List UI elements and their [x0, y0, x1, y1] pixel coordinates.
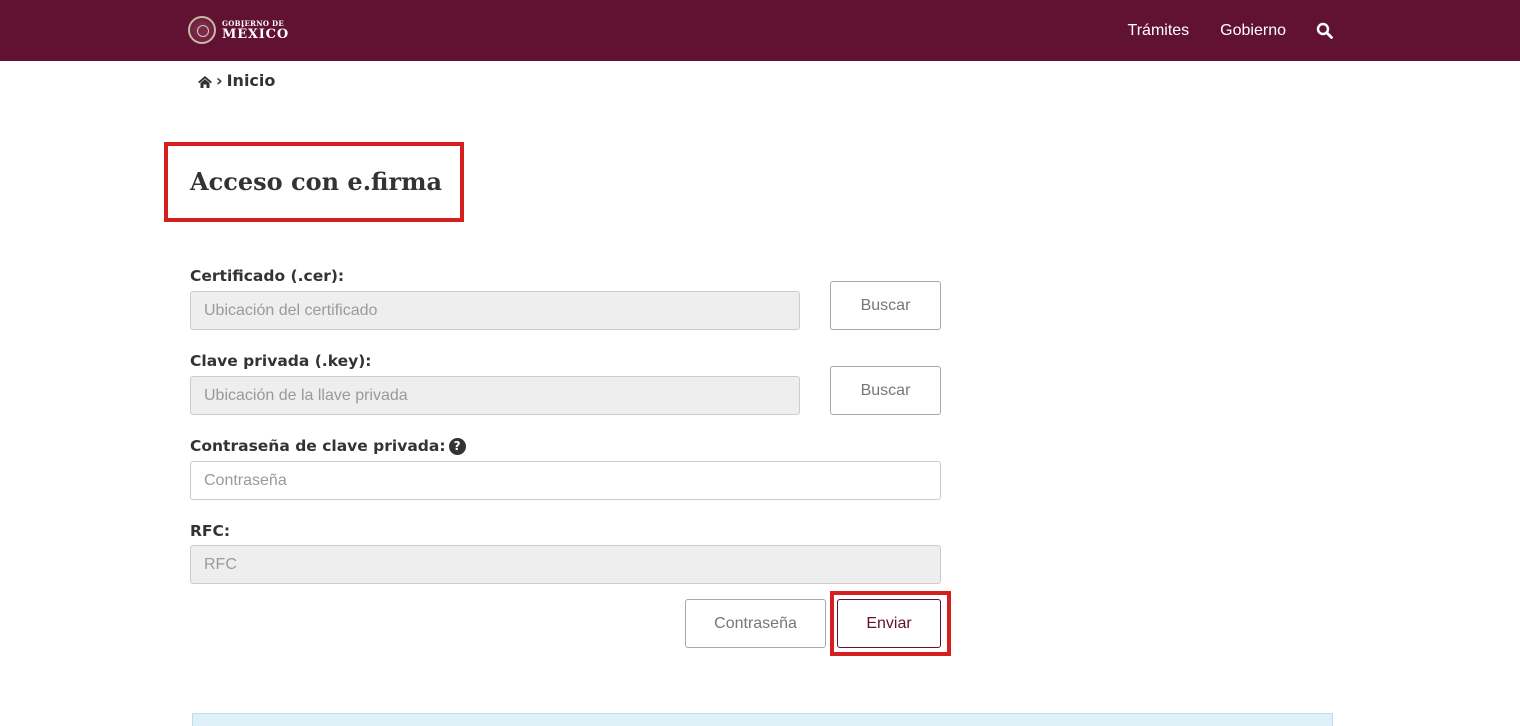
brand-top-text: GOBIERNO DE — [222, 18, 285, 28]
private-key-path-input[interactable] — [190, 376, 800, 415]
browse-private-key-button[interactable]: Buscar — [830, 366, 941, 415]
page-title: Acceso con e.firma — [190, 167, 443, 196]
brand-main-text: MÉXICO — [222, 26, 289, 42]
breadcrumb-current[interactable]: Inicio — [227, 71, 276, 90]
brand-text: GOBIERNO DE MÉXICO — [222, 20, 289, 41]
private-key-label: Clave privada (.key): — [190, 352, 372, 370]
nav-link-gobierno[interactable]: Gobierno — [1220, 22, 1286, 40]
password-login-button[interactable]: Contraseña — [685, 599, 826, 648]
top-navbar: GOBIERNO DE MÉXICO Trámites Gobierno — [0, 0, 1520, 61]
nav-link-tramites[interactable]: Trámites — [1128, 22, 1190, 40]
breadcrumb-separator: › — [216, 71, 223, 90]
certificate-path-input[interactable] — [190, 291, 800, 330]
certificate-label: Certificado (.cer): — [190, 267, 345, 285]
rfc-input[interactable] — [190, 545, 941, 584]
gobierno-de-mexico-logo[interactable]: GOBIERNO DE MÉXICO — [188, 14, 289, 46]
browse-certificate-button[interactable]: Buscar — [830, 281, 941, 330]
national-seal-icon — [188, 16, 216, 44]
password-input[interactable] — [190, 461, 941, 500]
help-icon[interactable]: ? — [448, 437, 466, 455]
home-icon[interactable] — [197, 74, 213, 88]
info-alert — [192, 713, 1333, 726]
breadcrumb: › Inicio — [197, 71, 275, 90]
password-label-row: Contraseña de clave privada: ? — [190, 437, 466, 455]
main-nav: Trámites Gobierno — [1128, 22, 1334, 40]
submit-button[interactable]: Enviar — [837, 599, 941, 648]
search-icon[interactable] — [1316, 22, 1334, 40]
rfc-label: RFC: — [190, 522, 231, 540]
password-label: Contraseña de clave privada: — [190, 437, 446, 455]
